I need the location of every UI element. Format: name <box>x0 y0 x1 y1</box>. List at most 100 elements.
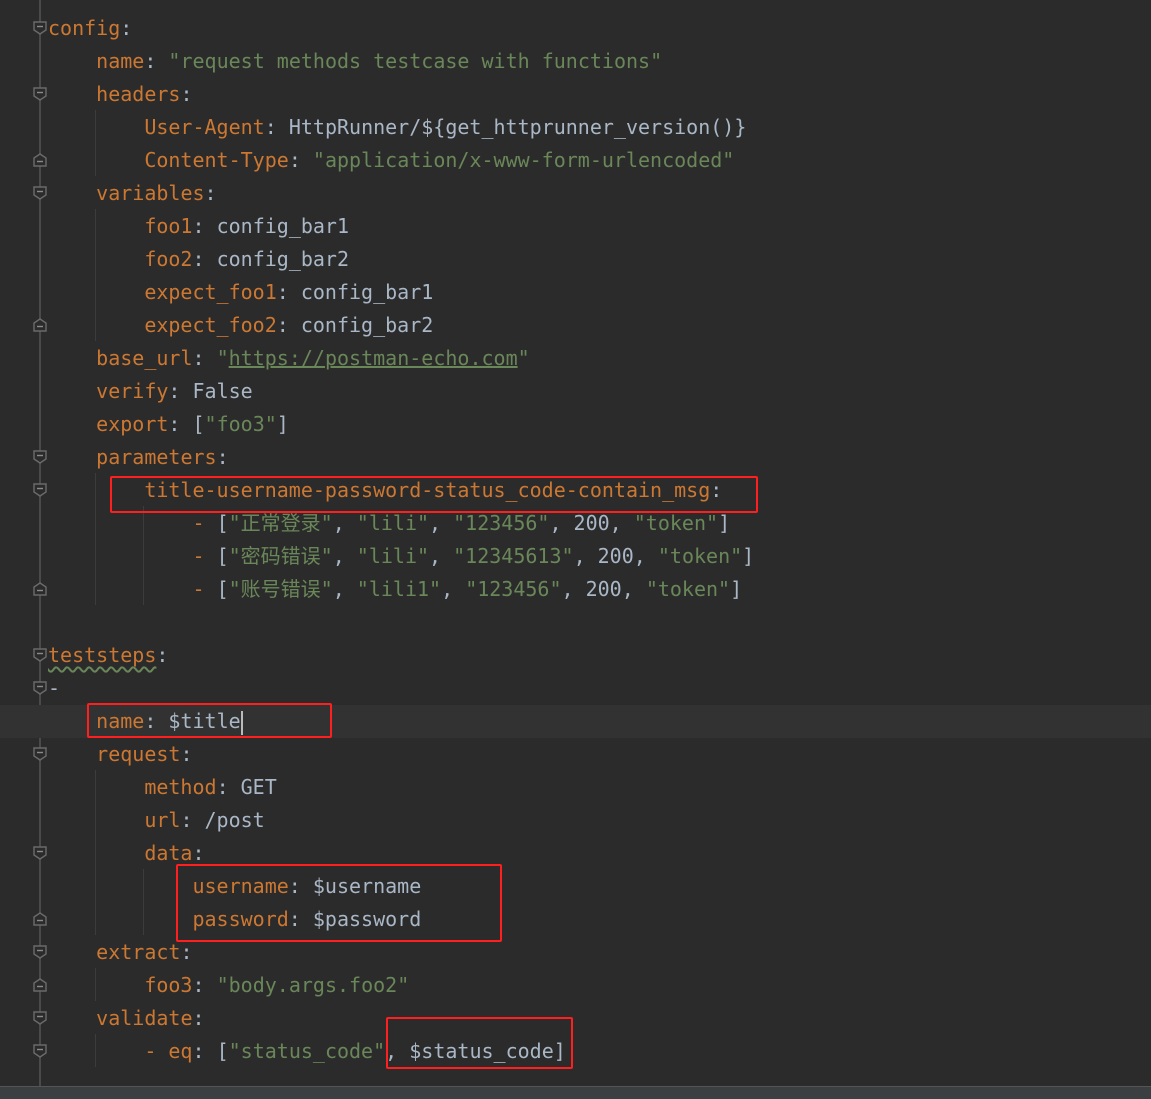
yaml-key: - eq <box>144 1039 193 1063</box>
yaml-text: : config_bar1 <box>192 214 350 238</box>
yaml-text: : [ <box>168 412 205 436</box>
code-line[interactable]: variables: <box>96 177 216 210</box>
status-bar <box>0 1086 1151 1099</box>
highlight-box-status-code <box>386 1017 573 1069</box>
code-line[interactable]: - ["账号错误", "lili1", "123456", 200, "toke… <box>192 573 742 606</box>
indent-guide <box>143 506 144 605</box>
yaml-text: , <box>429 544 454 568</box>
indent-guide <box>95 968 96 1001</box>
fold-collapse-icon[interactable] <box>33 87 47 101</box>
code-line[interactable]: url: /post <box>144 804 264 837</box>
code-line[interactable]: verify: False <box>96 375 253 408</box>
yaml-key: url <box>144 808 181 832</box>
fold-collapse-icon[interactable] <box>33 1044 47 1058</box>
yaml-key: verify <box>96 379 169 403</box>
yaml-key: extract <box>96 940 181 964</box>
fold-collapse-icon[interactable] <box>33 186 47 200</box>
code-line[interactable]: name: "request methods testcase with fun… <box>96 45 662 78</box>
indent-guide <box>95 770 96 935</box>
yaml-string: "application/x-www-form-urlencoded" <box>312 148 735 172</box>
yaml-text: : False <box>168 379 253 403</box>
code-line[interactable]: foo1: config_bar1 <box>144 210 349 243</box>
yaml-key: config <box>48 16 121 40</box>
yaml-text: , <box>332 577 357 601</box>
code-line[interactable]: headers: <box>96 78 192 111</box>
code-editor[interactable]: config: name: "request methods testcase w… <box>0 0 1151 1086</box>
fold-end-icon[interactable] <box>33 153 47 167</box>
fold-collapse-icon[interactable] <box>33 747 47 761</box>
yaml-string: "lili" <box>356 544 430 568</box>
code-line[interactable]: method: GET <box>144 771 276 804</box>
code-line[interactable]: expect_foo1: config_bar1 <box>144 276 433 309</box>
yaml-key: method <box>144 775 217 799</box>
yaml-string: "密码错误" <box>228 544 333 568</box>
fold-collapse-icon[interactable] <box>33 648 47 662</box>
yaml-text: : <box>288 148 313 172</box>
code-line[interactable]: expect_foo2: config_bar2 <box>144 309 433 342</box>
yaml-key: parameters <box>96 445 217 469</box>
code-line[interactable]: User-Agent: HttpRunner/${get_httprunner_… <box>144 111 746 144</box>
code-line[interactable]: parameters: <box>96 441 228 474</box>
yaml-text: : <box>192 1006 205 1030</box>
code-line[interactable]: base_url: "https://postman-echo.com" <box>96 342 530 375</box>
yaml-key: validate <box>96 1006 193 1030</box>
yaml-text: teststeps <box>48 643 157 667</box>
code-line[interactable]: foo2: config_bar2 <box>144 243 349 276</box>
fold-end-icon[interactable] <box>33 912 47 926</box>
yaml-text: : <box>180 940 193 964</box>
code-line[interactable]: request: <box>96 738 192 771</box>
fold-end-icon[interactable] <box>33 582 47 596</box>
fold-collapse-icon[interactable] <box>33 483 47 497</box>
code-line[interactable]: Content-Type: "application/x-www-form-ur… <box>144 144 734 177</box>
fold-end-icon[interactable] <box>33 978 47 992</box>
yaml-string: "token" <box>633 511 719 535</box>
yaml-key: Content-Type <box>144 148 289 172</box>
fold-collapse-icon[interactable] <box>33 846 47 860</box>
yaml-text: : config_bar2 <box>276 313 434 337</box>
yaml-string: "foo3" <box>204 412 277 436</box>
fold-collapse-icon[interactable] <box>33 450 47 464</box>
code-line[interactable]: - ["密码错误", "lili", "12345613", 200, "tok… <box>192 540 754 573</box>
fold-end-icon[interactable] <box>33 318 47 332</box>
yaml-key: - <box>192 544 217 568</box>
fold-collapse-icon[interactable] <box>33 21 47 35</box>
yaml-text: [ <box>216 577 229 601</box>
code-line[interactable]: config: <box>48 12 132 45</box>
yaml-key: - <box>192 577 217 601</box>
yaml-key: headers <box>96 82 181 106</box>
yaml-string: "token" <box>645 577 731 601</box>
yaml-key: base_url <box>96 346 193 370</box>
fold-collapse-icon[interactable] <box>33 1011 47 1025</box>
yaml-text: ] <box>718 511 731 535</box>
highlight-box-name-title <box>87 703 332 738</box>
yaml-key: foo2 <box>144 247 193 271</box>
yaml-text: ] <box>730 577 743 601</box>
code-line[interactable]: teststeps: <box>48 639 168 672</box>
code-line[interactable]: - <box>48 672 60 705</box>
yaml-string[interactable]: https://postman-echo.com <box>229 346 518 370</box>
code-line[interactable]: validate: <box>96 1002 204 1035</box>
yaml-key: foo3 <box>144 973 193 997</box>
yaml-string: "token" <box>657 544 743 568</box>
yaml-text: : <box>192 841 205 865</box>
fold-collapse-icon[interactable] <box>33 681 47 695</box>
highlight-box-parameters-key <box>110 476 758 513</box>
fold-collapse-icon[interactable] <box>33 945 47 959</box>
yaml-string: "request methods testcase with functions… <box>168 49 663 73</box>
indent-guide <box>143 869 144 935</box>
yaml-text: , 200, <box>573 544 658 568</box>
code-line[interactable]: export: ["foo3"] <box>96 408 289 441</box>
yaml-text: : <box>180 82 193 106</box>
yaml-text: [ <box>216 544 229 568</box>
yaml-text: , <box>332 544 357 568</box>
yaml-text: : [ <box>192 1039 229 1063</box>
yaml-text: ] <box>742 544 755 568</box>
yaml-text: : <box>156 643 169 667</box>
indent-guide <box>95 473 96 605</box>
yaml-text: , <box>441 577 466 601</box>
yaml-text: : <box>216 445 229 469</box>
code-line[interactable]: foo3: "body.args.foo2" <box>144 969 409 1002</box>
yaml-text: : GET <box>216 775 277 799</box>
yaml-string: "lili" <box>356 511 430 535</box>
yaml-text: , <box>429 511 454 535</box>
